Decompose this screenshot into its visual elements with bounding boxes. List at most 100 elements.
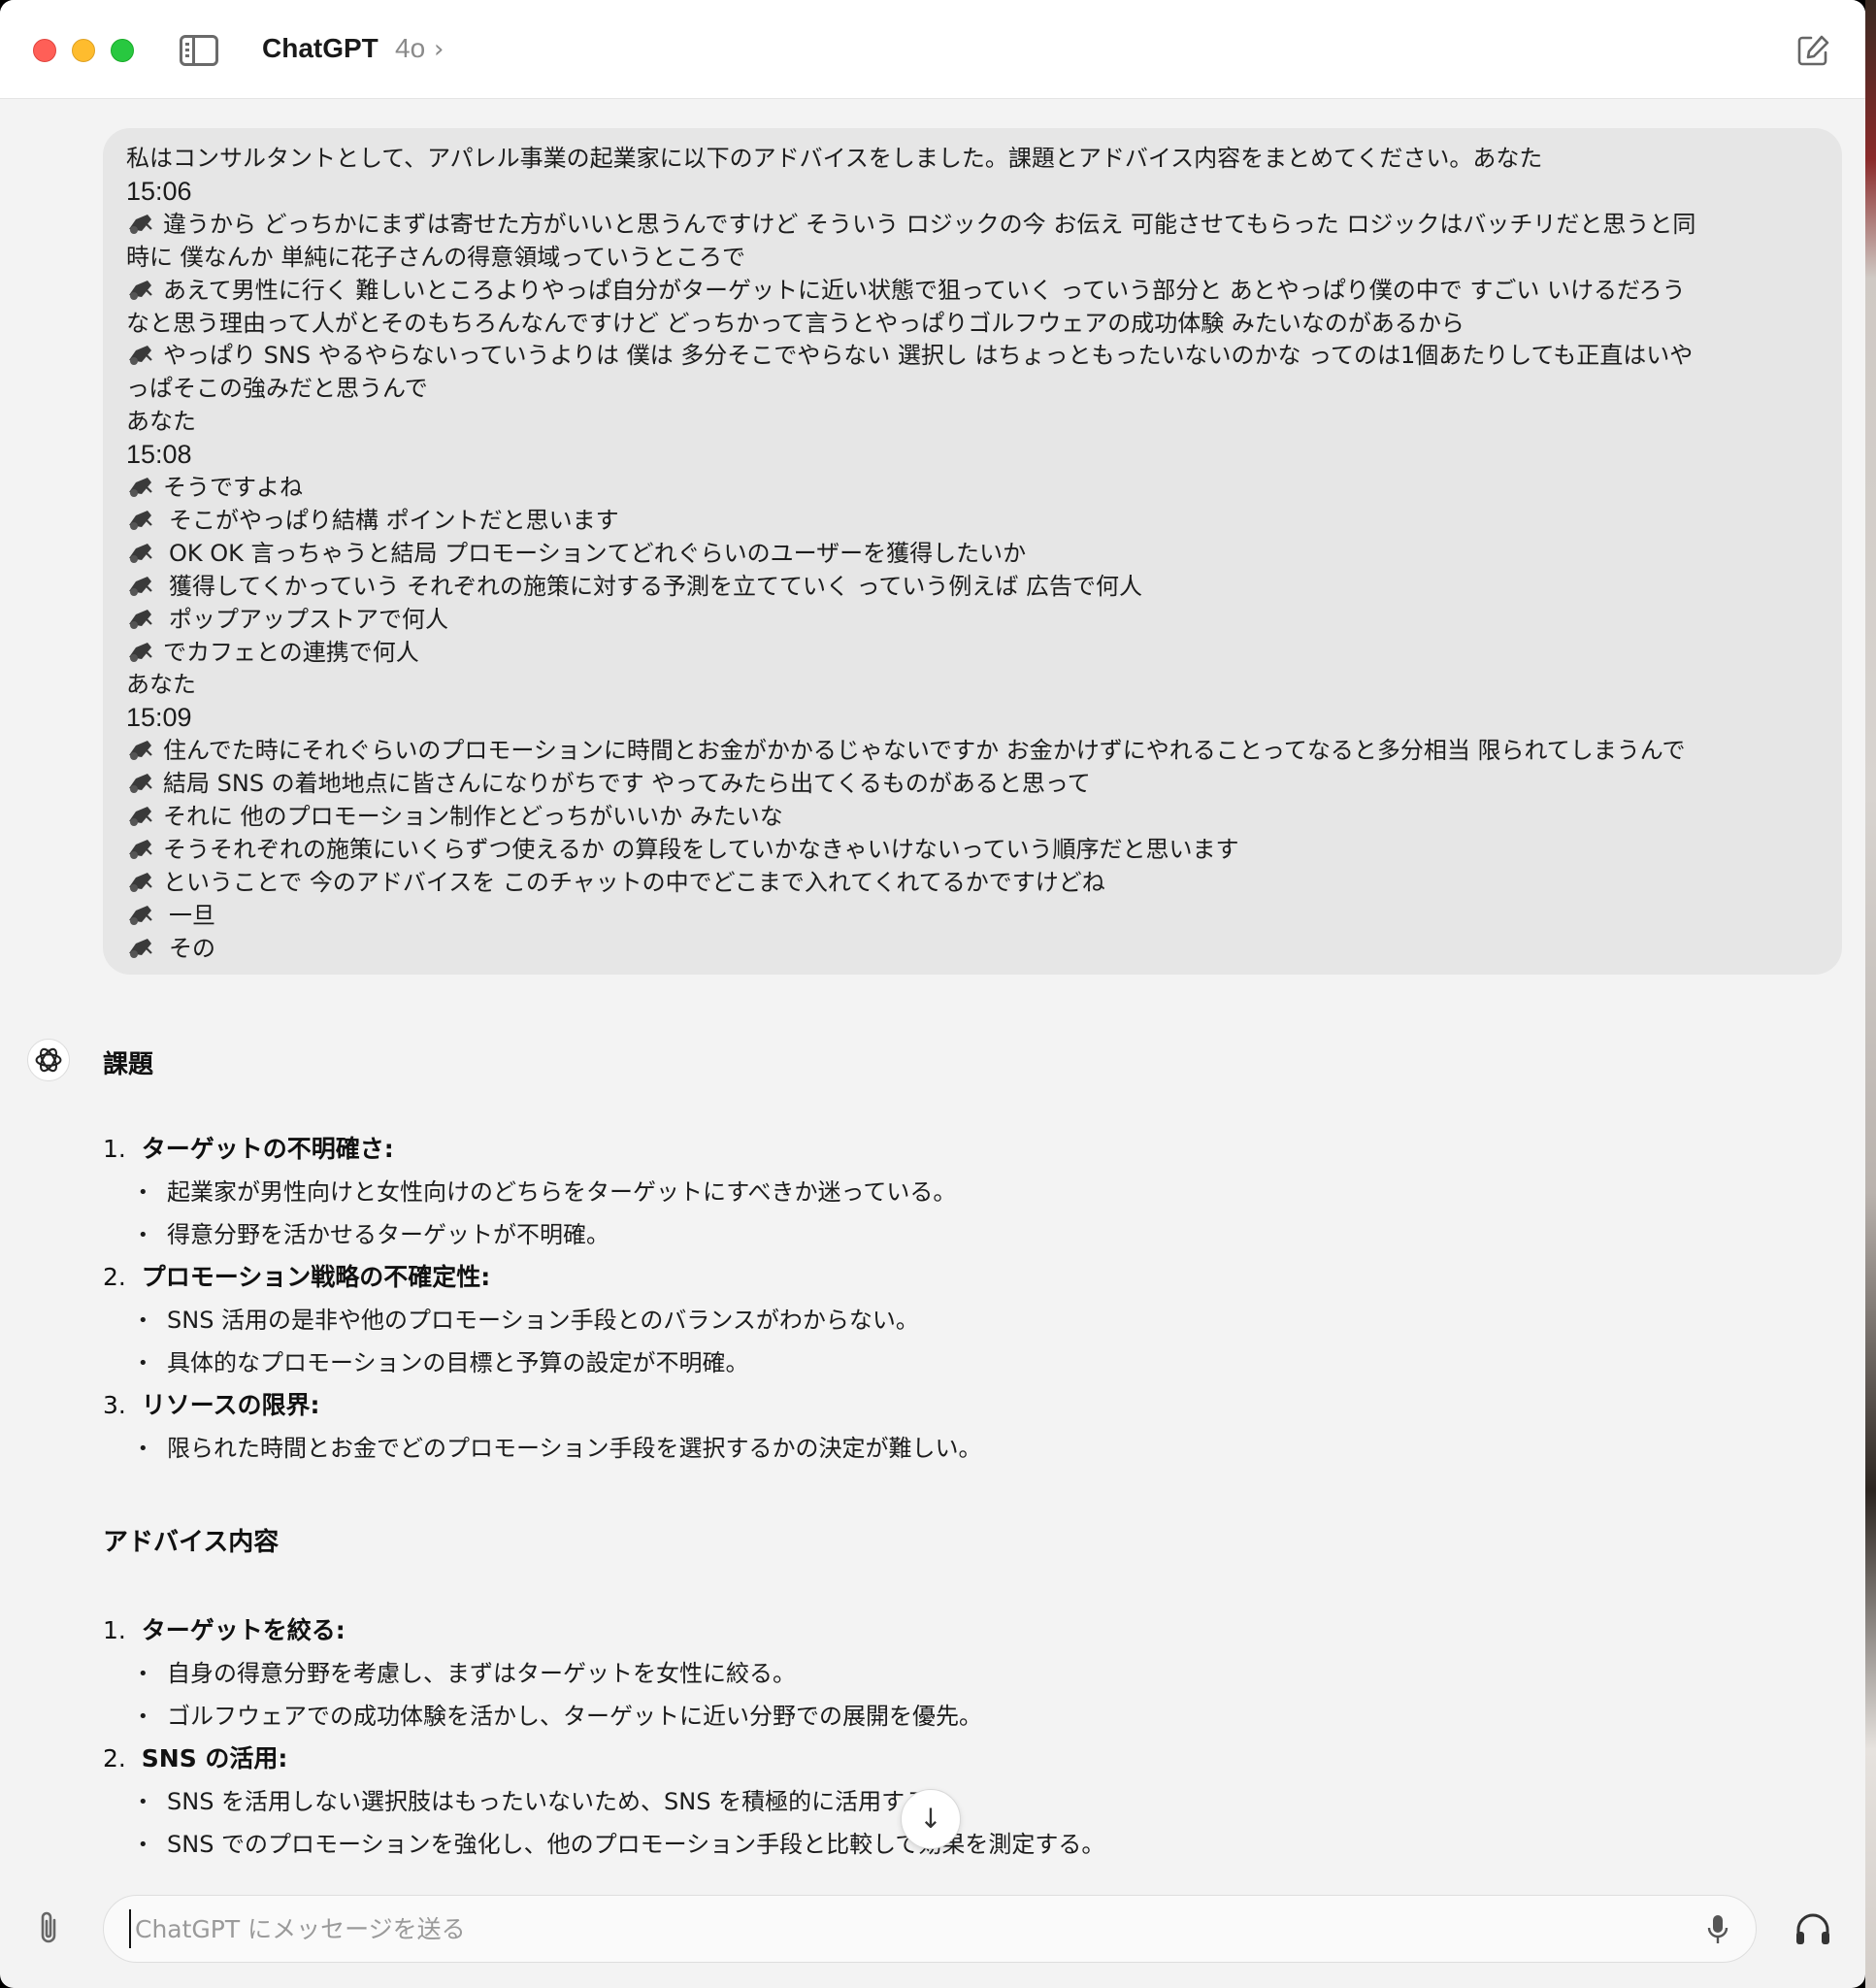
bullet-item: • 得意分野を活かせるターゲットが不明確。: [138, 1215, 609, 1249]
user-message-line-text: あなた: [126, 671, 196, 699]
user-message-line-text: なと思う理由って人がとそのもちろんなんですけど どっちかって言うとやっぱりゴルフ…: [126, 309, 1465, 337]
bullet-marker: •: [138, 1706, 148, 1727]
user-message-line-text: あえて男性に行く 難しいところよりやっぱ自分がターゲットに近い状態で狙っていく …: [163, 276, 1686, 304]
openai-logo-icon: [35, 1047, 62, 1073]
user-message-line-text: 違うから どっちかにまずは寄せた方がいいと思うんですけど そういう ロジックの今…: [163, 210, 1696, 238]
user-message-line-text: ということで 今のアドバイスを このチャットの中でどこまで入れてくれてるかですけ…: [163, 868, 1105, 896]
microphone-icon[interactable]: [1704, 1912, 1731, 1947]
bullet-text: 得意分野を活かせるターゲットが不明確。: [167, 1221, 609, 1248]
user-message-line-text: 獲得してくかっていう それぞれの施策に対する予測を立てていく っていう例えば 広…: [169, 572, 1143, 600]
user-message-line: ポップアップストアで何人: [126, 603, 448, 636]
bullet-text: 自身の得意分野を考慮し、まずはターゲットを女性に絞る。: [167, 1660, 796, 1687]
user-message-line-text: 15:09: [126, 703, 192, 733]
item-title: SNS の活用:: [141, 1744, 288, 1773]
chevron-right-icon[interactable]: ›: [434, 35, 444, 64]
bullet-marker: •: [138, 1353, 148, 1374]
user-message-line: なと思う理由って人がとそのもちろんなんですけど どっちかって言うとやっぱりゴルフ…: [126, 307, 1465, 340]
user-message-line: あなた: [126, 405, 196, 438]
user-message-line: それに 他のプロモーション制作とどっちがいいか みたいな: [126, 800, 783, 833]
bullet-item: • 自身の得意分野を考慮し、まずはターゲットを女性に絞る。: [138, 1654, 796, 1688]
speaker-icon: [129, 214, 152, 234]
numbered-item: 1. ターゲットの不明確さ:: [103, 1130, 394, 1165]
bullet-item: • 具体的なプロモーションの目標と予算の設定が不明確。: [138, 1343, 749, 1377]
sidebar-toggle-icon[interactable]: [180, 35, 218, 66]
user-message-line: あえて男性に行く 難しいところよりやっぱ自分がターゲットに近い状態で狙っていく …: [126, 274, 1686, 307]
bullet-item: • ゴルフウェアでの成功体験を活かし、ターゲットに近い分野での展開を優先。: [138, 1697, 982, 1731]
message-timestamp: 15:06: [126, 175, 192, 208]
user-message-line: でカフェとの連携で何人: [126, 636, 419, 669]
bullet-item: • SNS 活用の是非や他のプロモーション手段とのバランスがわからない。: [138, 1301, 919, 1335]
user-message-line: あなた: [126, 668, 196, 701]
user-message-line: 住んでた時にそれぐらいのプロモーションに時間とお金がかかるじゃないですか お金か…: [126, 734, 1686, 767]
numbered-item: 1. ターゲットを絞る:: [103, 1611, 346, 1646]
bullet-marker: •: [138, 1664, 148, 1684]
desktop-background: [1865, 0, 1876, 1988]
section-heading-advice: アドバイス内容: [103, 1528, 280, 1557]
message-composer: [103, 1895, 1757, 1963]
bullet-text: SNS を活用しない選択肢はもったいないため、SNS を積極的に活用する。: [167, 1788, 952, 1815]
user-message-line-text: それに 他のプロモーション制作とどっちがいいか みたいな: [163, 803, 783, 830]
bullet-item: • 起業家が男性向けと女性向けのどちらをターゲットにすべきか迷っている。: [138, 1173, 956, 1207]
title-bar: ChatGPT 4o ›: [0, 0, 1865, 99]
speaker-icon: [129, 905, 152, 925]
user-message-line: OK OK 言っちゃうと結局 プロモーションてどれぐらいのユーザーを獲得したいか: [126, 537, 1026, 570]
user-message-line: そうそれぞれの施策にいくらずつ使えるか の算段をしていかなきゃいけないっていう順…: [126, 833, 1239, 866]
item-number: 1.: [103, 1616, 126, 1644]
bullet-text: SNS でのプロモーションを強化し、他のプロモーション手段と比較して効果を測定す…: [167, 1831, 1105, 1858]
item-number: 2.: [103, 1263, 126, 1291]
minimize-window-button[interactable]: [72, 39, 95, 62]
user-message-line-text: 時に 僕なんか 単純に花子さんの得意領域っていうところで: [126, 243, 746, 271]
numbered-item: 2. SNS の活用:: [103, 1740, 287, 1774]
speaker-icon: [129, 839, 152, 859]
user-message-line-text: その: [169, 934, 215, 962]
user-message-line: やっぱり SNS やるやらないっていうよりは 僕は 多分そこでやらない 選択し …: [126, 339, 1693, 372]
message-timestamp: 15:09: [126, 701, 192, 734]
section-heading-issues: 課題: [103, 1050, 154, 1079]
bullet-marker: •: [138, 1835, 148, 1855]
bullet-text: 起業家が男性向けと女性向けのどちらをターゲットにすべきか迷っている。: [167, 1178, 957, 1206]
headphones-icon[interactable]: [1794, 1910, 1832, 1947]
speaker-icon: [129, 609, 152, 629]
user-message-line: 違うから どっちかにまずは寄せた方がいいと思うんですけど そういう ロジックの今…: [126, 208, 1695, 241]
user-message-line-text: あなた: [126, 408, 196, 436]
speaker-icon: [129, 741, 152, 761]
speaker-icon: [129, 774, 152, 794]
user-message-line: 時に 僕なんか 単純に花子さんの得意領域っていうところで: [126, 241, 745, 274]
user-message-line-text: やっぱり SNS やるやらないっていうよりは 僕は 多分そこでやらない 選択し …: [163, 342, 1694, 370]
speaker-icon: [129, 510, 152, 530]
scroll-to-bottom-button[interactable]: ↓: [901, 1789, 961, 1849]
assistant-avatar: [27, 1039, 70, 1081]
user-message-line-text: 結局 SNS の着地地点に皆さんになりがちです やってみたら出てくるものがあると…: [163, 770, 1091, 798]
user-message-line-text: OK OK 言っちゃうと結局 プロモーションてどれぐらいのユーザーを獲得したいか: [169, 539, 1027, 567]
app-title: ChatGPT: [262, 33, 378, 63]
paperclip-icon[interactable]: [31, 1908, 66, 1947]
user-message-line: 私はコンサルタントとして、アパレル事業の起業家に以下のアドバイスをしました。課題…: [126, 142, 1542, 175]
speaker-icon: [129, 478, 152, 497]
item-title: リソースの限界:: [141, 1391, 320, 1419]
zoom-window-button[interactable]: [111, 39, 134, 62]
speaker-icon: [129, 807, 152, 826]
user-message-line-text: 私はコンサルタントとして、アパレル事業の起業家に以下のアドバイスをしました。課題…: [126, 145, 1543, 172]
user-message-line-text: ポップアップストアで何人: [169, 605, 448, 633]
user-message-line-text: っぱそこの強みだと思うんで: [126, 375, 428, 403]
user-message-line: そこがやっぱり結構 ポイントだと思います: [126, 504, 619, 537]
user-message-line-text: でカフェとの連携で何人: [163, 638, 419, 666]
user-message-line: 結局 SNS の着地地点に皆さんになりがちです やってみたら出てくるものがあると…: [126, 767, 1091, 800]
user-message-line-text: そうですよね: [163, 474, 303, 501]
speaker-icon: [129, 938, 152, 958]
bullet-marker: •: [138, 1439, 148, 1459]
item-title: ターゲットを絞る:: [141, 1616, 346, 1644]
user-message-line: っぱそこの強みだと思うんで: [126, 372, 428, 405]
item-title: ターゲットの不明確さ:: [141, 1135, 394, 1163]
item-title: プロモーション戦略の不確定性:: [141, 1263, 491, 1291]
message-input[interactable]: [129, 1909, 1643, 1948]
user-message-line-text: 住んでた時にそれぐらいのプロモーションに時間とお金がかかるじゃないですか お金か…: [163, 737, 1686, 765]
user-message-line: そうですよね: [126, 471, 303, 504]
bullet-text: ゴルフウェアでの成功体験を活かし、ターゲットに近い分野での展開を優先。: [167, 1703, 982, 1730]
close-window-button[interactable]: [33, 39, 56, 62]
user-message-line: 一旦: [126, 899, 215, 932]
bullet-marker: •: [138, 1792, 148, 1812]
new-chat-icon[interactable]: [1795, 33, 1830, 68]
model-selector[interactable]: 4o: [395, 33, 425, 64]
speaker-icon: [129, 642, 152, 662]
